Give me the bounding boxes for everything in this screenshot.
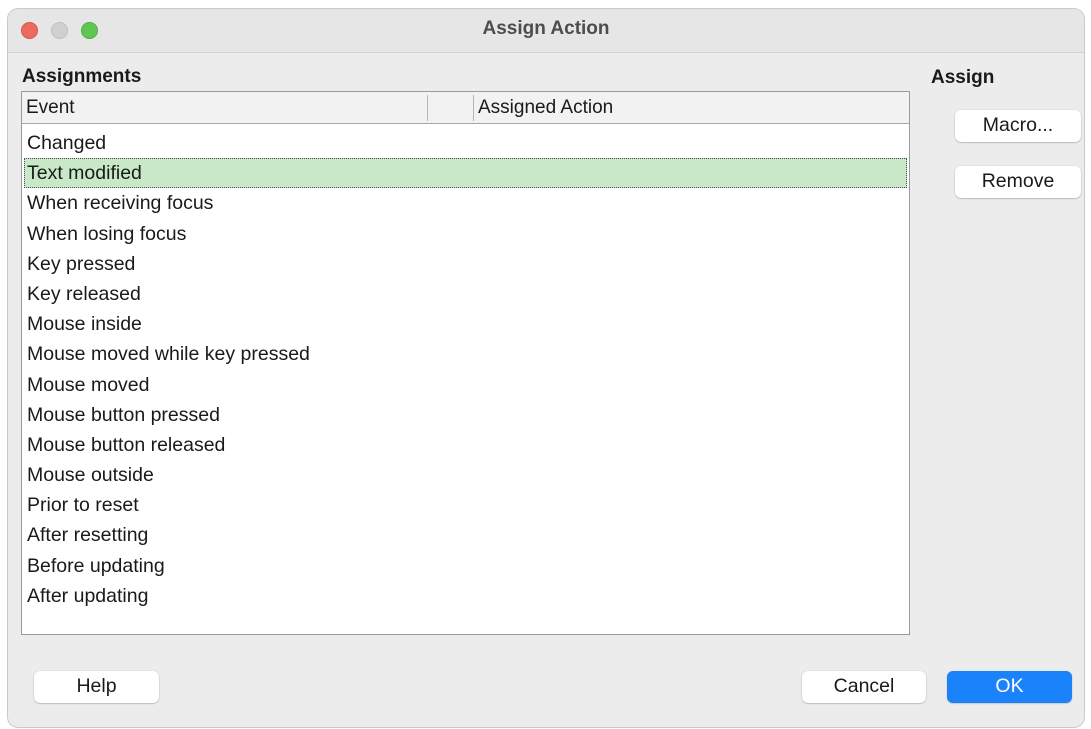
event-assignment-list[interactable]: Event Assigned Action Changed Text modifi… — [21, 91, 910, 635]
assign-action-dialog: Assign Action Assignments Assign Event A… — [8, 9, 1084, 727]
event-row[interactable]: Before updating — [24, 551, 907, 581]
column-header-assigned-action[interactable]: Assigned Action — [478, 92, 613, 123]
event-row[interactable]: Mouse button pressed — [24, 400, 907, 430]
macro-button[interactable]: Macro... — [955, 110, 1081, 142]
event-list-body: Changed Text modified When receiving focus… — [24, 128, 907, 632]
assign-section-label: Assign — [931, 67, 995, 88]
column-divider[interactable] — [473, 95, 474, 121]
event-row[interactable]: After updating — [24, 581, 907, 611]
event-row[interactable]: Changed — [24, 128, 907, 158]
event-row[interactable]: When receiving focus — [24, 188, 907, 218]
event-row[interactable]: Mouse button released — [24, 430, 907, 460]
assignments-section-label: Assignments — [22, 66, 142, 87]
column-header-event[interactable]: Event — [26, 92, 75, 123]
event-row[interactable]: Mouse moved while key pressed — [24, 339, 907, 369]
remove-button[interactable]: Remove — [955, 166, 1081, 198]
event-row[interactable]: Prior to reset — [24, 490, 907, 520]
list-header: Event Assigned Action — [22, 92, 909, 124]
column-divider[interactable] — [427, 95, 428, 121]
event-row[interactable]: When losing focus — [24, 219, 907, 249]
help-button[interactable]: Help — [34, 671, 159, 703]
ok-button[interactable]: OK — [947, 671, 1072, 703]
dialog-title: Assign Action — [482, 18, 610, 39]
event-row[interactable]: Text modified — [24, 158, 907, 189]
event-row[interactable]: Mouse outside — [24, 460, 907, 490]
event-row[interactable]: Key released — [24, 279, 907, 309]
event-row[interactable]: Mouse moved — [24, 370, 907, 400]
cancel-button[interactable]: Cancel — [802, 671, 926, 703]
event-row[interactable]: Mouse inside — [24, 309, 907, 339]
event-row[interactable]: After resetting — [24, 520, 907, 550]
event-row[interactable]: Key pressed — [24, 249, 907, 279]
title-bar: Assign Action — [8, 9, 1084, 53]
